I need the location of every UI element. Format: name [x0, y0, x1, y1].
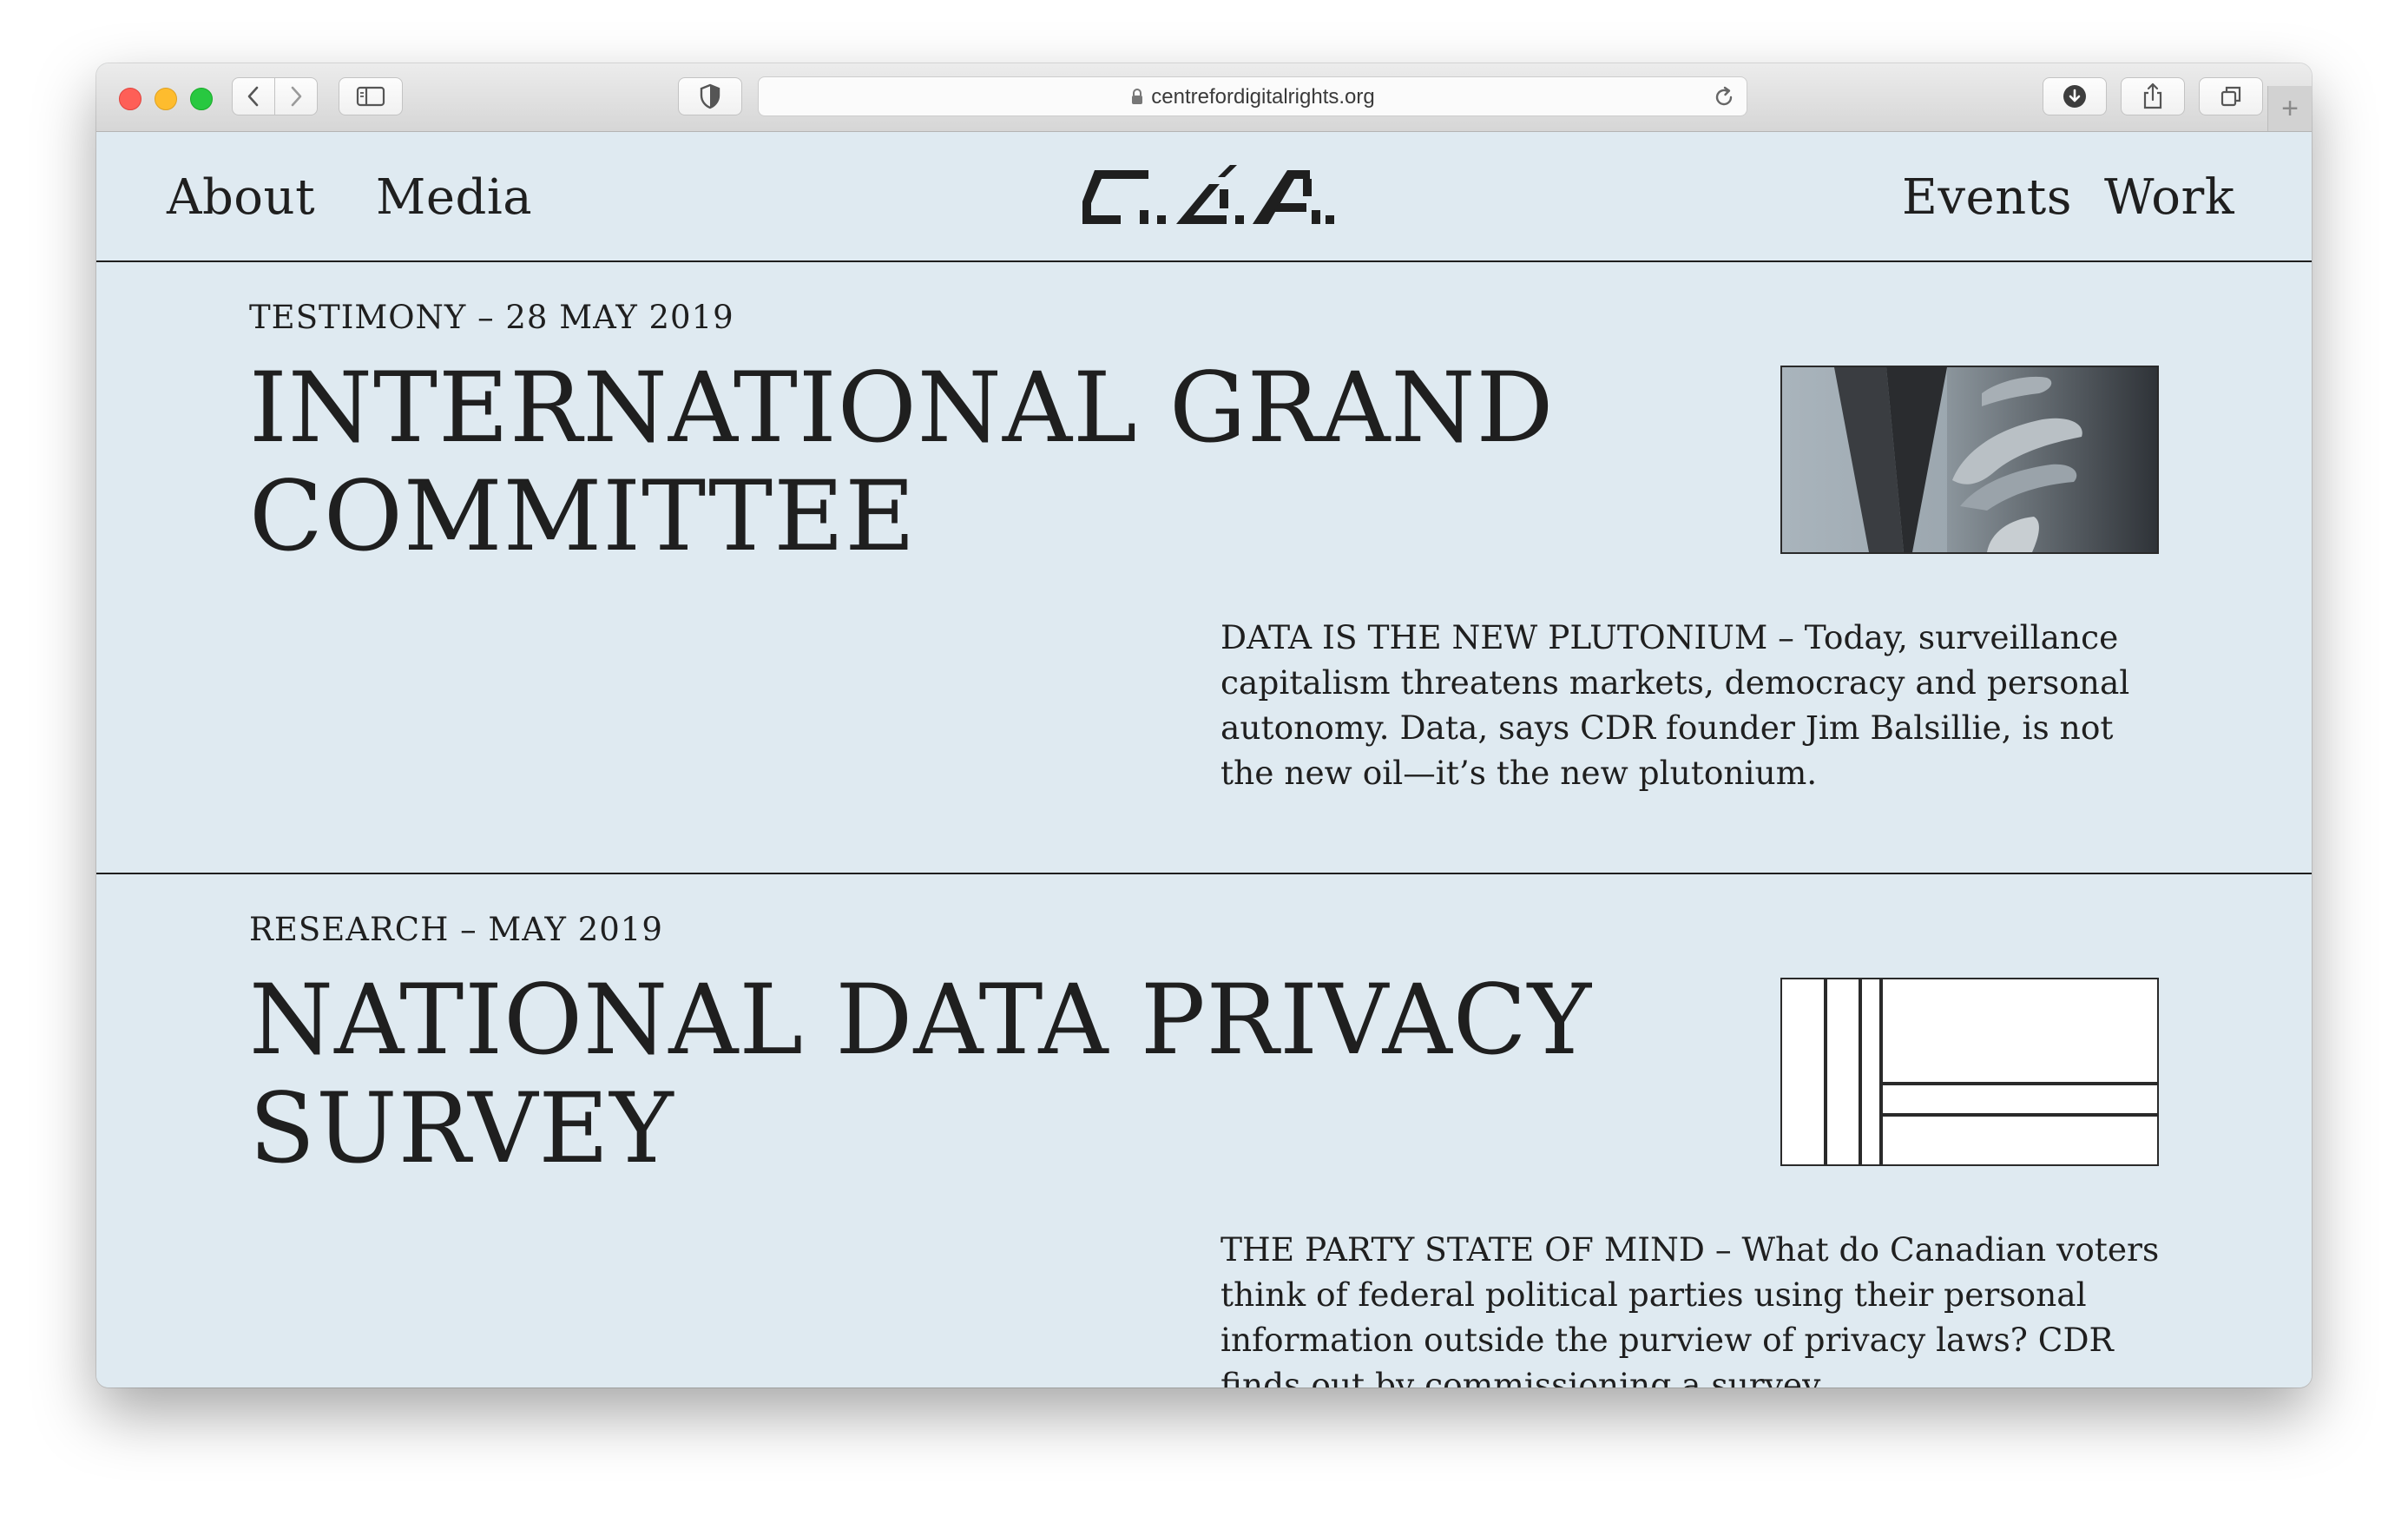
article-meta: TESTIMONY – 28 MAY 2019	[249, 299, 734, 336]
reload-icon[interactable]	[1712, 85, 1736, 109]
chevron-left-icon	[247, 86, 259, 107]
tabs-icon	[2220, 86, 2241, 107]
article-title-line: COMMITTEE	[249, 461, 917, 573]
sidebar-icon	[356, 86, 385, 107]
tab-overview-button[interactable]	[2199, 77, 2263, 115]
article-summary: DATA IS THE NEW PLUTONIUM – Today, surve…	[1220, 618, 2130, 792]
article-card[interactable]: TESTIMONY – 28 MAY 2019 INTERNATIONAL GR…	[96, 262, 2312, 874]
close-window-button[interactable]	[119, 88, 141, 110]
downloads-button[interactable]	[2043, 77, 2107, 115]
forward-button[interactable]	[274, 77, 318, 115]
nav-events-link[interactable]: Events	[1902, 167, 2072, 229]
browser-toolbar: centrefordigitalrights.org +	[96, 63, 2312, 132]
nav-work-link[interactable]: Work	[2104, 167, 2234, 229]
cdr-logo-mark	[1082, 165, 1334, 224]
browser-window: centrefordigitalrights.org + About Media	[96, 63, 2312, 1387]
article-title[interactable]: INTERNATIONAL GRAND COMMITTEE	[249, 354, 1760, 571]
chevron-right-icon	[291, 86, 302, 107]
plus-icon: +	[2281, 91, 2299, 125]
article-title-line: NATIONAL DATA PRIVACY	[249, 965, 1592, 1077]
article-summary: THE PARTY STATE OF MIND – What do Canadi…	[1220, 1230, 2160, 1387]
url-text: centrefordigitalrights.org	[1151, 85, 1375, 109]
share-icon	[2143, 82, 2162, 109]
sidebar-toggle-button[interactable]	[339, 77, 403, 115]
web-page: About Media Events Work TESTIMONY – 28 M…	[96, 132, 2312, 1387]
url-display: centrefordigitalrights.org	[759, 77, 1747, 117]
lock-icon	[1132, 88, 1143, 104]
zoom-window-button[interactable]	[190, 88, 213, 110]
article-meta: RESEARCH – MAY 2019	[249, 911, 663, 948]
new-tab-button[interactable]: +	[2267, 86, 2312, 131]
download-icon	[2063, 85, 2086, 108]
article-card[interactable]: RESEARCH – MAY 2019 NATIONAL DATA PRIVAC…	[96, 874, 2312, 1387]
article-title-line: SURVEY	[249, 1073, 674, 1185]
address-bar[interactable]: centrefordigitalrights.org	[758, 76, 1747, 116]
article-title[interactable]: NATIONAL DATA PRIVACY SURVEY	[249, 966, 1760, 1183]
cdr-logo[interactable]	[1082, 158, 1334, 231]
privacy-report-button[interactable]	[678, 77, 742, 115]
article-thumbnail-line-illustration[interactable]	[1780, 978, 2159, 1166]
line-grid-image	[1782, 979, 2157, 1164]
article-title-line: INTERNATIONAL GRAND	[249, 353, 1555, 465]
back-button[interactable]	[232, 77, 275, 115]
hand-photo-image	[1782, 367, 2157, 552]
nav-about-link[interactable]: About	[167, 167, 315, 229]
minimize-window-button[interactable]	[155, 88, 177, 110]
article-thumbnail-hand-photo[interactable]	[1780, 366, 2159, 554]
share-button[interactable]	[2121, 77, 2185, 115]
shield-icon	[700, 83, 720, 109]
nav-media-link[interactable]: Media	[376, 167, 532, 229]
site-header: About Media Events Work	[96, 132, 2312, 262]
